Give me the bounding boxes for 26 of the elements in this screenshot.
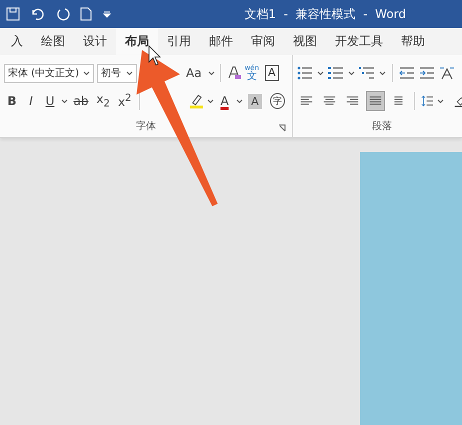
ribbon-tab[interactable]: 绘图 — [32, 28, 74, 55]
font-name-dropdown[interactable]: 宋体 (中文正文) — [4, 64, 94, 82]
ribbon-tab[interactable]: 邮件 — [200, 28, 242, 55]
font-name-value: 宋体 (中文正文) — [8, 66, 79, 80]
ribbon-tab[interactable]: 帮助 — [392, 28, 434, 55]
ribbon-tab[interactable]: 布局 — [116, 28, 158, 55]
subscript-button[interactable]: x$_{2}$ — [94, 91, 112, 111]
strikethrough-button[interactable]: ab — [71, 91, 91, 111]
font-size-dropdown[interactable]: 初号 — [97, 64, 137, 82]
superscript-button[interactable]: x$^{2}$ — [115, 91, 134, 111]
font-size-value: 初号 — [101, 66, 121, 80]
character-shading-button[interactable]: A — [246, 91, 264, 111]
ribbon-tab[interactable]: 引用 — [158, 28, 200, 55]
ribbon-tab[interactable]: 视图 — [284, 28, 326, 55]
underline-button[interactable]: U — [42, 91, 58, 111]
italic-button[interactable]: I — [23, 91, 39, 111]
ribbon-tab[interactable]: 设计 — [74, 28, 116, 55]
ribbon-tab[interactable]: 开发工具 — [326, 28, 392, 55]
group-label: 字体 — [136, 120, 156, 133]
window-title: 文档1 - 兼容性模式 - Word — [244, 6, 406, 22]
ribbon-tab[interactable]: 审阅 — [242, 28, 284, 55]
ribbon-tab[interactable]: 入 — [2, 28, 32, 55]
font-color-button[interactable]: A — [216, 91, 233, 111]
bold-button[interactable]: B — [4, 91, 20, 111]
change-case-button[interactable]: Aa — [183, 63, 205, 83]
group-label: 段落 — [372, 120, 392, 133]
